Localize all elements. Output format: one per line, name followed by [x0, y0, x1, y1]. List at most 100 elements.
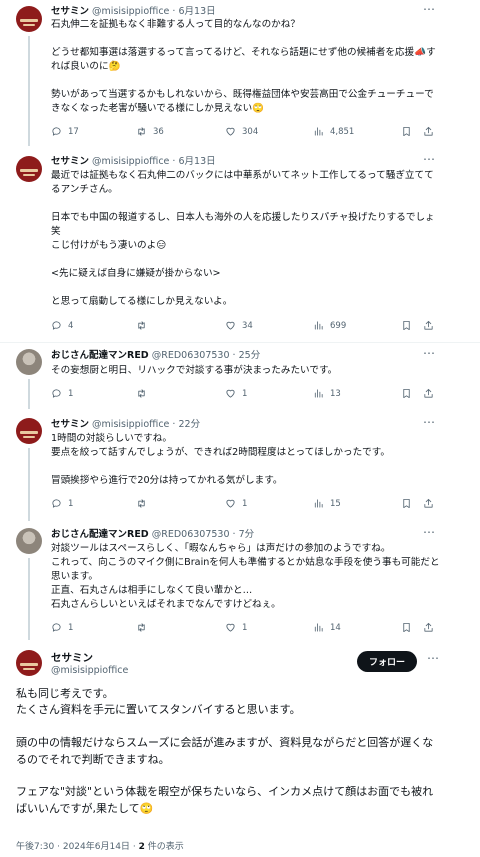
user-handle[interactable]: @misisippioffice [92, 156, 169, 167]
display-name[interactable]: セサミン [51, 419, 89, 430]
heart-icon [226, 321, 235, 330]
user-handle[interactable]: @RED06307530 [152, 529, 230, 540]
tweet-header: セサミン @misisippioffice · 6月13日 [51, 155, 440, 168]
post-date[interactable]: 2024年6月14日 [63, 842, 130, 852]
heart-icon [226, 499, 235, 508]
thread-connector [28, 379, 30, 409]
separator-dot: · [172, 419, 176, 430]
tweet-meta: 午後7:30 · 2024年6月14日 · 2 件の表示 [16, 839, 184, 852]
views-button[interactable]: 699 [313, 320, 346, 331]
reply-button[interactable]: 4 [51, 320, 73, 331]
share-button[interactable] [423, 498, 440, 509]
bookmark-button[interactable] [401, 622, 418, 633]
user-handle[interactable]: @misisippioffice [92, 6, 169, 17]
more-horizontal-icon[interactable]: ⋯ [423, 152, 436, 166]
user-handle[interactable]: @misisippioffice [92, 419, 169, 430]
tweet[interactable]: セサミン @misisippioffice · 6月13日 ⋯ 最近では証拠もな… [0, 150, 480, 342]
like-count: 1 [242, 622, 248, 633]
avatar[interactable] [16, 156, 42, 182]
avatar[interactable] [16, 349, 42, 375]
share-button[interactable] [423, 622, 440, 633]
display-name[interactable]: セサミン [51, 650, 93, 665]
tweet[interactable]: セサミン @misisippioffice · 22分 ⋯ 1時間の対談らしいで… [0, 412, 480, 522]
retweet-button[interactable]: 36 [136, 126, 164, 137]
avatar[interactable] [16, 418, 42, 444]
display-name[interactable]: おじさん配達マンRED [51, 529, 149, 540]
more-horizontal-icon[interactable]: ⋯ [427, 651, 440, 665]
separator-dot: · [172, 6, 176, 17]
tweet-text: その妄想厨と明日、リハックで対談する事が決まったみたいです。 [51, 365, 338, 376]
bookmark-button[interactable] [401, 498, 418, 509]
reply-button[interactable]: 1 [51, 498, 73, 509]
like-button[interactable]: 1 [225, 622, 247, 633]
bookmark-button[interactable] [401, 388, 418, 399]
bar-chart-views-icon [314, 127, 323, 136]
reply-button[interactable]: 17 [51, 126, 79, 137]
tweet-text: 1時間の対談らしいですね。 要点を絞って話すんでしょうが、できれば2時間程度はと… [51, 433, 391, 486]
avatar[interactable] [16, 6, 42, 32]
tweet-text: 石丸伸二を証拠もなく非難する人って目的なんなのかね？ どうせ都知事選は落選するっ… [51, 19, 436, 114]
tweet[interactable]: おじさん配達マンRED @RED06307530 · 25分 ⋯ その妄想厨と明… [0, 343, 480, 410]
retweet-button[interactable] [136, 498, 153, 509]
bar-chart-views-icon [314, 623, 323, 632]
share-button[interactable] [423, 126, 440, 137]
bookmark-button[interactable] [401, 126, 418, 137]
timestamp[interactable]: 6月13日 [178, 156, 215, 167]
share-button[interactable] [423, 320, 440, 331]
like-button[interactable]: 1 [225, 388, 247, 399]
reply-count: 1 [68, 388, 74, 399]
reply-count: 1 [68, 622, 74, 633]
reply-button[interactable]: 1 [51, 388, 73, 399]
more-horizontal-icon[interactable]: ⋯ [423, 525, 436, 539]
like-button[interactable]: 304 [225, 126, 258, 137]
user-handle[interactable]: @RED06307530 [152, 350, 230, 361]
avatar[interactable] [16, 528, 42, 554]
post-time[interactable]: 午後7:30 [16, 842, 54, 852]
timestamp[interactable]: 22分 [178, 419, 200, 430]
like-button[interactable]: 34 [225, 320, 253, 331]
display-name[interactable]: おじさん配達マンRED [51, 350, 149, 361]
timestamp[interactable]: 7分 [239, 529, 255, 540]
views-button[interactable]: 14 [313, 622, 341, 633]
views-button[interactable]: 4,851 [313, 126, 354, 137]
views-button[interactable]: 13 [313, 388, 341, 399]
tweet-header: セサミン @misisippioffice · 22分 [51, 418, 440, 431]
like-count: 34 [242, 320, 253, 331]
tweet[interactable]: セサミン @misisippioffice · 6月13日 ⋯ 石丸伸二を証拠も… [0, 0, 480, 148]
bookmark-icon [403, 388, 410, 399]
more-horizontal-icon[interactable]: ⋯ [423, 2, 436, 16]
bookmark-icon [403, 320, 410, 331]
share-button[interactable] [423, 388, 440, 399]
share-upload-icon [424, 622, 433, 632]
retweet-button[interactable] [136, 622, 153, 633]
display-name[interactable]: セサミン [51, 6, 89, 17]
retweet-button[interactable] [136, 388, 153, 399]
tweet-text: 私も同じ考えです。 たくさん資料を手元に置いてスタンバイすると思います。 頭の中… [16, 687, 434, 815]
tweet-actions: 1 1 14 [51, 622, 441, 636]
follow-button[interactable]: フォロー [357, 651, 417, 672]
more-horizontal-icon[interactable]: ⋯ [423, 346, 436, 360]
timestamp[interactable]: 25分 [239, 350, 261, 361]
reply-button[interactable]: 1 [51, 622, 73, 633]
tweet[interactable]: おじさん配達マンRED @RED06307530 · 7分 ⋯ 対談ツールはスペ… [0, 523, 480, 640]
bookmark-button[interactable] [401, 320, 418, 331]
reply-bubble-icon [52, 389, 61, 398]
tweet-text: 対談ツールはスペースらしく、「暇なんちゃら」は声だけの参加のようですね。 これっ… [51, 543, 440, 610]
views-count: 14 [330, 622, 341, 633]
retweet-button[interactable] [136, 320, 153, 331]
display-name[interactable]: セサミン [51, 156, 89, 167]
separator-dot: · [172, 156, 176, 167]
tweet-actions: 1 1 13 [51, 388, 441, 402]
more-horizontal-icon[interactable]: ⋯ [423, 415, 436, 429]
retweet-arrows-icon [138, 389, 145, 398]
conversation-thread: セサミン @misisippioffice · 6月13日 ⋯ 石丸伸二を証拠も… [0, 0, 480, 857]
bookmark-icon [403, 498, 410, 509]
avatar[interactable] [16, 650, 42, 676]
separator-dot: · [132, 842, 136, 852]
like-button[interactable]: 1 [225, 498, 247, 509]
views-button[interactable]: 15 [313, 498, 341, 509]
timestamp[interactable]: 6月13日 [178, 6, 215, 17]
reply-bubble-icon [52, 127, 61, 136]
tweet-header: おじさん配達マンRED @RED06307530 · 7分 [51, 528, 440, 541]
user-handle[interactable]: @misisippioffice [51, 665, 128, 676]
